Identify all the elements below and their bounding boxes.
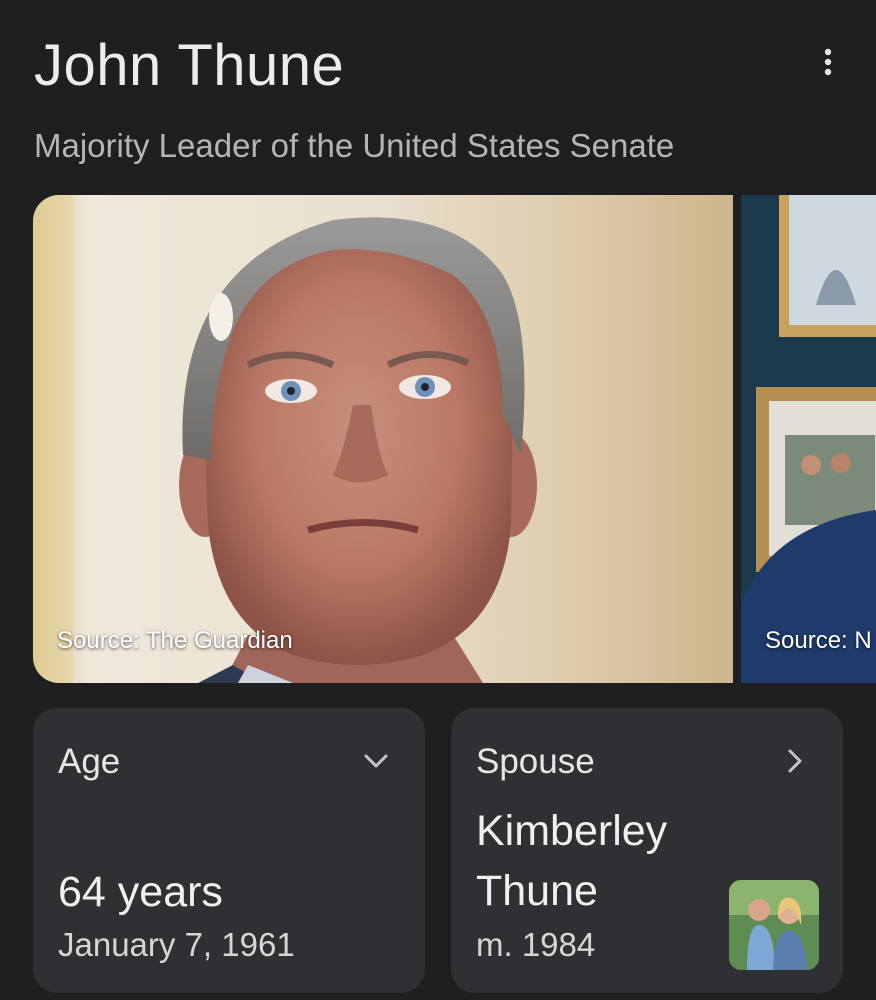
knowledge-panel: John Thune Majority Leader of the United… — [0, 0, 876, 1000]
spouse-label: Spouse — [476, 742, 595, 781]
age-label: Age — [58, 742, 121, 781]
more-options-button[interactable] — [806, 40, 850, 84]
entity-title: John Thune — [34, 33, 345, 98]
image-source-label: Source: The Guardian — [57, 627, 293, 654]
spouse-photo — [729, 880, 819, 970]
age-card[interactable]: Age 64 years January 7, 1961 — [33, 708, 425, 993]
entity-subtitle: Majority Leader of the United States Sen… — [34, 127, 675, 164]
spouse-thumbnail[interactable] — [729, 880, 819, 970]
spouse-name-first: Kimberley — [476, 807, 668, 855]
chevron-right-icon[interactable] — [779, 746, 809, 776]
spouse-name-last: Thune — [476, 867, 598, 915]
age-value: 64 years — [58, 868, 223, 916]
birth-date: January 7, 1961 — [58, 926, 295, 963]
image-card-guardian[interactable]: Source: The Guardian — [33, 195, 733, 683]
spouse-card[interactable]: Spouse Kimberley Thune m. 1984 — [451, 708, 843, 993]
portrait-photo — [33, 195, 733, 683]
office-photo — [741, 195, 876, 683]
marriage-year: m. 1984 — [476, 926, 596, 963]
more-vert-icon — [824, 48, 832, 76]
chevron-down-icon[interactable] — [361, 746, 391, 776]
image-card-second[interactable]: Source: N — [741, 195, 876, 683]
image-source-label: Source: N — [765, 627, 872, 654]
